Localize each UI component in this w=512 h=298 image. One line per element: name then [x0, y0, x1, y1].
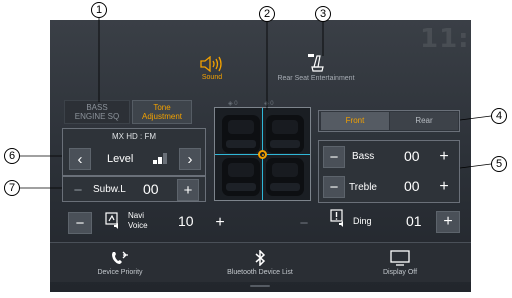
speaker-icon: [200, 56, 222, 72]
callout-3: 3: [315, 6, 331, 22]
device-priority-button[interactable]: Device Priority: [70, 243, 170, 283]
subwoofer-minus-button[interactable]: −: [67, 179, 89, 201]
bluetooth-device-list-button[interactable]: Bluetooth Device List: [205, 243, 315, 283]
display-off-label: Display Off: [382, 269, 418, 276]
monitor-icon: [390, 250, 410, 266]
source-label: MX HD : FM: [112, 132, 156, 141]
callout-2: 2: [259, 6, 275, 22]
clock-ghost: 11:19: [420, 24, 471, 54]
device-priority-label: Device Priority: [97, 269, 143, 276]
callout-5: 5: [491, 156, 507, 172]
tone-adjustment-label: Tone Adjustment: [141, 103, 183, 121]
level-panel: MX HD : FM ‹ Level ›: [62, 128, 206, 176]
bass-value: 00: [404, 148, 420, 164]
ding-minus-button[interactable]: −: [292, 212, 316, 234]
listening-position-map[interactable]: [214, 107, 311, 201]
bass-engine-sq-button[interactable]: BASS ENGINE SQ: [64, 100, 130, 124]
treble-plus-button[interactable]: +: [433, 176, 455, 198]
navi-voice-value: 10: [178, 213, 194, 229]
subwoofer-label: Subw.L: [93, 184, 126, 195]
tab-sound[interactable]: Sound: [172, 56, 252, 81]
bottom-handle[interactable]: [250, 285, 270, 287]
ding-alert-icon: [330, 209, 343, 227]
listening-point-handle[interactable]: [258, 150, 267, 159]
subwoofer-plus-button[interactable]: +: [177, 179, 199, 201]
treble-value: 00: [404, 178, 420, 194]
ding-plus-button[interactable]: +: [436, 211, 460, 233]
callout-1: 1: [91, 2, 107, 18]
callout-6: 6: [4, 148, 20, 164]
seat-rear-left: [222, 158, 260, 196]
bluetooth-icon: [255, 250, 266, 266]
bass-treble-panel: − Bass 00 + − Treble 00 +: [318, 140, 460, 203]
subwoofer-value: 00: [143, 181, 159, 197]
tab-rear-label: Rear Seat Entertainment: [277, 75, 355, 82]
level-next-button[interactable]: ›: [179, 148, 201, 170]
callout-4: 4: [491, 108, 507, 124]
rear-button[interactable]: Rear: [390, 112, 458, 130]
seat-rear-right: [266, 158, 304, 196]
front-button[interactable]: Front: [321, 112, 389, 130]
tab-sound-label: Sound: [201, 74, 223, 81]
position-readout-left: ◈ 0: [228, 101, 238, 107]
level-label: Level: [107, 153, 134, 165]
bass-plus-button[interactable]: +: [433, 146, 455, 168]
navi-voice-plus-button[interactable]: +: [208, 212, 232, 234]
sound-settings-screen: 11:19 Sound Rear Seat Entertainment BASS…: [50, 20, 471, 292]
bass-minus-button[interactable]: −: [323, 146, 345, 168]
treble-label: Treble: [349, 182, 377, 193]
ding-label: Ding: [353, 216, 372, 226]
bottom-shortcut-bar: Device Priority Bluetooth Device List Di…: [50, 242, 471, 282]
navi-voice-label: Navi Voice: [128, 211, 148, 230]
position-readout-right: ◈ 0: [264, 101, 274, 107]
chevron-left-icon: ‹: [77, 150, 83, 168]
ding-value: 01: [406, 213, 422, 229]
chevron-right-icon: ›: [187, 150, 193, 168]
subwoofer-panel: − Subw.L 00 +: [62, 176, 206, 202]
level-meter-icon: [153, 152, 168, 164]
rear-seat-icon: [308, 54, 324, 72]
callout-7: 7: [4, 180, 20, 196]
tab-rear-seat-entertainment[interactable]: Rear Seat Entertainment: [256, 53, 376, 82]
bass-label: Bass: [352, 151, 375, 162]
bass-engine-sq-label: BASS ENGINE SQ: [74, 103, 120, 121]
navi-voice-minus-button[interactable]: −: [68, 212, 92, 234]
phone-priority-icon: [112, 251, 128, 264]
seat-front-left: [222, 115, 260, 153]
seat-front-right: [266, 115, 304, 153]
display-off-button[interactable]: Display Off: [345, 243, 455, 283]
treble-minus-button[interactable]: −: [323, 176, 345, 198]
tone-adjustment-button[interactable]: Tone Adjustment: [132, 100, 192, 124]
navi-voice-icon: [105, 212, 118, 229]
bluetooth-device-list-label: Bluetooth Device List: [227, 269, 293, 276]
level-prev-button[interactable]: ‹: [69, 148, 91, 170]
front-rear-selector: Front Rear: [318, 110, 460, 132]
